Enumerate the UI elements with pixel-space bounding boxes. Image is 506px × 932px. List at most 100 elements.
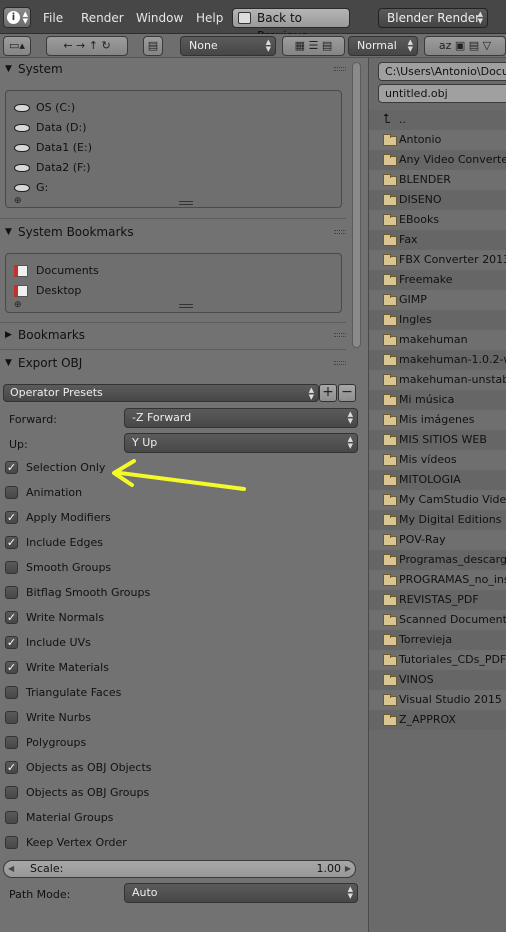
decrement-arrow-icon[interactable]: ◀: [8, 861, 14, 877]
folder-row[interactable]: MIS SITIOS WEB: [369, 430, 506, 450]
menu-window[interactable]: Window: [136, 11, 183, 25]
filename-field[interactable]: untitled.obj: [378, 84, 506, 103]
folder-row[interactable]: Z_APPROX: [369, 710, 506, 730]
folder-row[interactable]: Visual Studio 2015: [369, 690, 506, 710]
folder-row[interactable]: VINOS: [369, 670, 506, 690]
directory-path-field[interactable]: C:\Users\Antonio\Docum: [378, 62, 506, 81]
folder-row[interactable]: REVISTAS_PDF: [369, 590, 506, 610]
bookmark-desktop[interactable]: Desktop: [14, 282, 81, 300]
folder-row[interactable]: Torrevieja: [369, 630, 506, 650]
nav-icons[interactable]: ← → ↑ ↻: [47, 37, 127, 55]
option-triangulate-faces[interactable]: Triangulate Faces: [5, 685, 121, 701]
drag-grip-icon[interactable]: [334, 230, 346, 234]
checkbox-unchecked-icon[interactable]: [5, 736, 18, 749]
folder-row[interactable]: FBX Converter 2013.3: [369, 250, 506, 270]
checkbox-unchecked-icon[interactable]: [5, 711, 18, 724]
remove-preset-button[interactable]: −: [338, 384, 356, 402]
option-material-groups[interactable]: Material Groups: [5, 810, 113, 826]
folder-row[interactable]: EBooks: [369, 210, 506, 230]
folder-row[interactable]: Mi música: [369, 390, 506, 410]
checkbox-unchecked-icon[interactable]: [5, 486, 18, 499]
folder-row[interactable]: Programas_descargad: [369, 550, 506, 570]
resize-grip-icon[interactable]: [179, 304, 193, 308]
panel-header-bookmarks[interactable]: ▶ Bookmarks: [0, 324, 346, 346]
drag-grip-icon[interactable]: [334, 361, 346, 365]
parent-directory-row[interactable]: ⮤ ..: [369, 110, 506, 130]
editor-type-button[interactable]: i ▲ ▼: [3, 7, 31, 28]
folder-row[interactable]: Freemake: [369, 270, 506, 290]
folder-row[interactable]: Ingles: [369, 310, 506, 330]
display-type-buttons[interactable]: ▦ ☰ ▤: [282, 36, 345, 56]
back-to-previous-button[interactable]: Back to Previous: [232, 8, 350, 43]
checkbox-unchecked-icon[interactable]: [5, 836, 18, 849]
folder-row[interactable]: Any Video Converter: [369, 150, 506, 170]
up-select[interactable]: Y Up ▲ ▼: [124, 433, 358, 453]
folder-row[interactable]: Antonio: [369, 130, 506, 150]
folder-row[interactable]: makehuman-unstable: [369, 370, 506, 390]
option-write-materials[interactable]: ✓ Write Materials: [5, 660, 109, 676]
option-write-normals[interactable]: ✓ Write Normals: [5, 610, 104, 626]
checkbox-checked-icon[interactable]: ✓: [5, 661, 18, 674]
option-selection-only[interactable]: ✓ Selection Only: [5, 460, 105, 476]
menu-file[interactable]: File: [43, 11, 63, 25]
drive-c[interactable]: OS (C:): [14, 99, 75, 117]
option-bitflag-smooth-groups[interactable]: Bitflag Smooth Groups: [5, 585, 150, 601]
resize-grip-icon[interactable]: [179, 201, 193, 205]
folder-row[interactable]: Tutoriales_CDs_PDFs: [369, 650, 506, 670]
panel-header-system-bookmarks[interactable]: ▼ System Bookmarks: [0, 221, 346, 243]
drive-g[interactable]: G:: [14, 179, 48, 197]
folder-row[interactable]: My Digital Editions: [369, 510, 506, 530]
scale-slider[interactable]: ◀ Scale: 1.00 ▶: [3, 860, 356, 878]
checkbox-checked-icon[interactable]: ✓: [5, 761, 18, 774]
editor-type-button[interactable]: ▭▴: [3, 36, 31, 56]
folder-row[interactable]: makehuman: [369, 330, 506, 350]
option-write-nurbs[interactable]: Write Nurbs: [5, 710, 91, 726]
display-size-select[interactable]: Normal ▲ ▼: [348, 36, 418, 56]
checkbox-checked-icon[interactable]: ✓: [5, 511, 18, 524]
menu-help[interactable]: Help: [196, 11, 223, 25]
option-apply-modifiers[interactable]: ✓ Apply Modifiers: [5, 510, 111, 526]
drag-grip-icon[interactable]: [334, 67, 346, 71]
folder-row[interactable]: POV-Ray: [369, 530, 506, 550]
drive-d[interactable]: Data (D:): [14, 119, 87, 137]
folder-row[interactable]: makehuman-1.0.2-wi: [369, 350, 506, 370]
option-objects-as-obj-objects[interactable]: ✓ Objects as OBJ Objects: [5, 760, 152, 776]
bookmark-documents[interactable]: Documents: [14, 262, 99, 280]
increment-arrow-icon[interactable]: ▶: [345, 861, 351, 877]
folder-row[interactable]: BLENDER: [369, 170, 506, 190]
folder-row[interactable]: Scanned Documents: [369, 610, 506, 630]
filter-select[interactable]: None ▲ ▼: [180, 36, 276, 56]
folder-row[interactable]: MITOLOGIA: [369, 470, 506, 490]
add-icon[interactable]: ⊕: [14, 300, 22, 310]
checkbox-checked-icon[interactable]: ✓: [5, 461, 18, 474]
drive-e[interactable]: Data1 (E:): [14, 139, 92, 157]
operator-presets-select[interactable]: Operator Presets ▲ ▼: [3, 384, 319, 402]
new-folder-button[interactable]: ▤: [143, 36, 163, 56]
folder-row[interactable]: Fax: [369, 230, 506, 250]
add-preset-button[interactable]: +: [319, 384, 337, 402]
checkbox-checked-icon[interactable]: ✓: [5, 636, 18, 649]
option-keep-vertex-order[interactable]: Keep Vertex Order: [5, 835, 127, 851]
folder-row[interactable]: DISENO: [369, 190, 506, 210]
menu-render[interactable]: Render: [81, 11, 124, 25]
checkbox-unchecked-icon[interactable]: [5, 561, 18, 574]
folder-row[interactable]: Mis imágenes: [369, 410, 506, 430]
checkbox-checked-icon[interactable]: ✓: [5, 611, 18, 624]
path-mode-select[interactable]: Auto ▲ ▼: [124, 883, 358, 903]
drive-f[interactable]: Data2 (F:): [14, 159, 91, 177]
checkbox-unchecked-icon[interactable]: [5, 586, 18, 599]
option-smooth-groups[interactable]: Smooth Groups: [5, 560, 111, 576]
render-engine-select[interactable]: Blender Render ▲ ▼: [378, 8, 488, 28]
checkbox-checked-icon[interactable]: ✓: [5, 536, 18, 549]
checkbox-unchecked-icon[interactable]: [5, 686, 18, 699]
add-icon[interactable]: ⊕: [14, 196, 22, 206]
option-include-edges[interactable]: ✓ Include Edges: [5, 535, 103, 551]
option-include-uvs[interactable]: ✓ Include UVs: [5, 635, 91, 651]
drag-grip-icon[interactable]: [334, 333, 346, 337]
panel-header-export-obj[interactable]: ▼ Export OBJ: [0, 352, 346, 374]
checkbox-unchecked-icon[interactable]: [5, 786, 18, 799]
folder-row[interactable]: GIMP: [369, 290, 506, 310]
folder-row[interactable]: PROGRAMAS_no_insta: [369, 570, 506, 590]
option-objects-as-obj-groups[interactable]: Objects as OBJ Groups: [5, 785, 149, 801]
checkbox-unchecked-icon[interactable]: [5, 811, 18, 824]
